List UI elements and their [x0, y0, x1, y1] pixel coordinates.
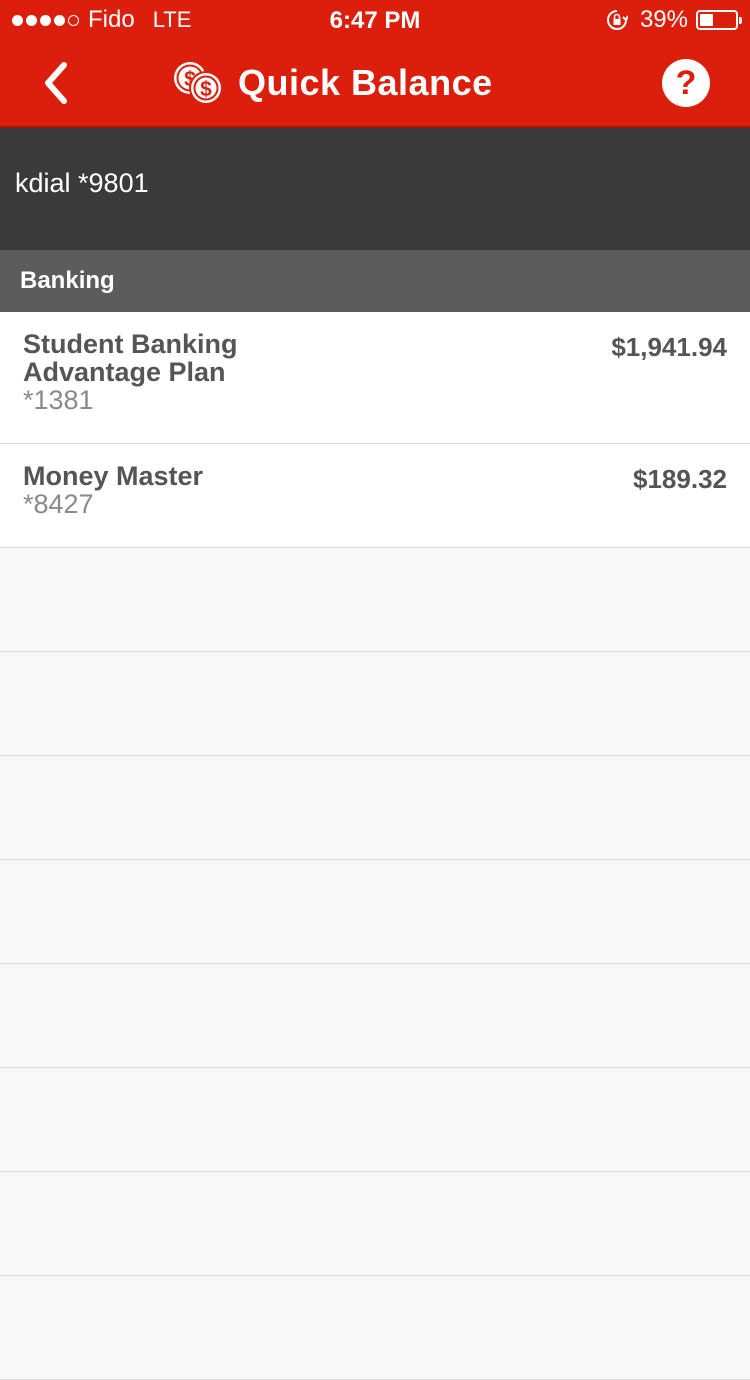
section-header: Banking	[0, 250, 750, 312]
page-title: Quick Balance	[238, 62, 493, 103]
battery-nub	[739, 17, 742, 24]
help-icon: ?	[675, 63, 697, 102]
help-button[interactable]: ?	[662, 59, 710, 107]
account-balance: $189.32	[633, 464, 727, 494]
empty-row	[0, 652, 750, 756]
battery-percent: 39%	[639, 6, 688, 33]
empty-row	[0, 964, 750, 1068]
account-number: *1381	[23, 385, 94, 415]
account-name-text: Student Banking Advantage Plan	[23, 329, 238, 387]
empty-row	[0, 1068, 750, 1172]
status-right: 39%	[606, 6, 742, 33]
back-button[interactable]	[30, 58, 80, 108]
nav-bar: $ $ Quick Balance ?	[0, 40, 750, 128]
empty-row	[0, 548, 750, 652]
coins-icon: $ $	[174, 62, 223, 105]
empty-row	[0, 860, 750, 964]
account-balance: $1,941.94	[611, 332, 727, 362]
profile-name: kdial *9801	[15, 168, 149, 198]
battery-fill	[700, 14, 713, 26]
account-name: Money Master *8427	[23, 462, 323, 518]
account-number: *8427	[23, 489, 94, 519]
empty-row	[0, 1172, 750, 1276]
account-row[interactable]: Money Master *8427 $189.32	[0, 444, 750, 548]
profile-bar: kdial *9801	[0, 128, 750, 250]
status-bar: Fido LTE 6:47 PM 39%	[0, 0, 750, 40]
section-title: Banking	[20, 267, 115, 294]
account-name: Student Banking Advantage Plan *1381	[23, 330, 323, 414]
nav-title-group: $ $ Quick Balance	[170, 58, 493, 108]
empty-row	[0, 756, 750, 860]
svg-text:$: $	[200, 78, 212, 101]
chevron-left-icon	[45, 62, 67, 104]
account-row[interactable]: Student Banking Advantage Plan *1381 $1,…	[0, 312, 750, 444]
battery-icon	[696, 10, 742, 30]
account-name-text: Money Master	[23, 461, 204, 491]
rotation-lock-icon	[606, 10, 628, 30]
empty-row	[0, 1276, 750, 1380]
